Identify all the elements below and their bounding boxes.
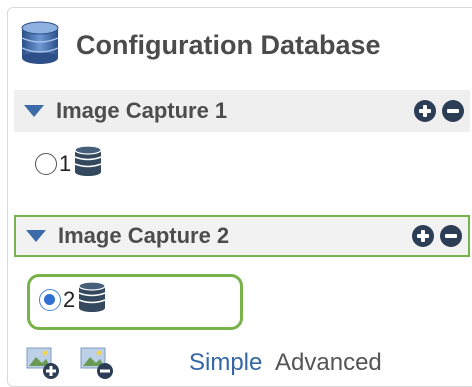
- list-item[interactable]: 1: [35, 145, 103, 182]
- panel-header: Configuration Database: [17, 20, 381, 71]
- item-number: 1: [59, 150, 72, 176]
- database-small-icon: [77, 281, 107, 318]
- section-image-capture-1[interactable]: Image Capture 1: [14, 90, 470, 132]
- simple-link[interactable]: Simple: [189, 349, 262, 376]
- section-label: Image Capture 1: [56, 98, 228, 123]
- view-mode-links: Simple Advanced: [189, 349, 382, 377]
- radio-button[interactable]: [39, 288, 61, 311]
- remove-button[interactable]: [440, 225, 462, 247]
- page-title: Configuration Database: [76, 29, 381, 60]
- remove-image-icon[interactable]: [79, 344, 115, 380]
- collapse-triangle-icon[interactable]: [26, 230, 46, 242]
- radio-button[interactable]: [35, 152, 57, 175]
- section-image-capture-2[interactable]: Image Capture 2: [14, 215, 470, 257]
- database-icon: [17, 20, 63, 71]
- collapse-triangle-icon[interactable]: [24, 105, 44, 117]
- section-label: Image Capture 2: [58, 223, 230, 248]
- database-small-icon: [73, 145, 103, 182]
- add-button[interactable]: [412, 225, 434, 247]
- add-image-icon[interactable]: [25, 344, 61, 380]
- remove-button[interactable]: [442, 100, 464, 122]
- list-item[interactable]: 2: [39, 281, 107, 318]
- advanced-link[interactable]: Advanced: [275, 349, 382, 376]
- add-button[interactable]: [414, 100, 436, 122]
- footer-icons: [25, 344, 115, 380]
- item-number: 2: [63, 286, 76, 312]
